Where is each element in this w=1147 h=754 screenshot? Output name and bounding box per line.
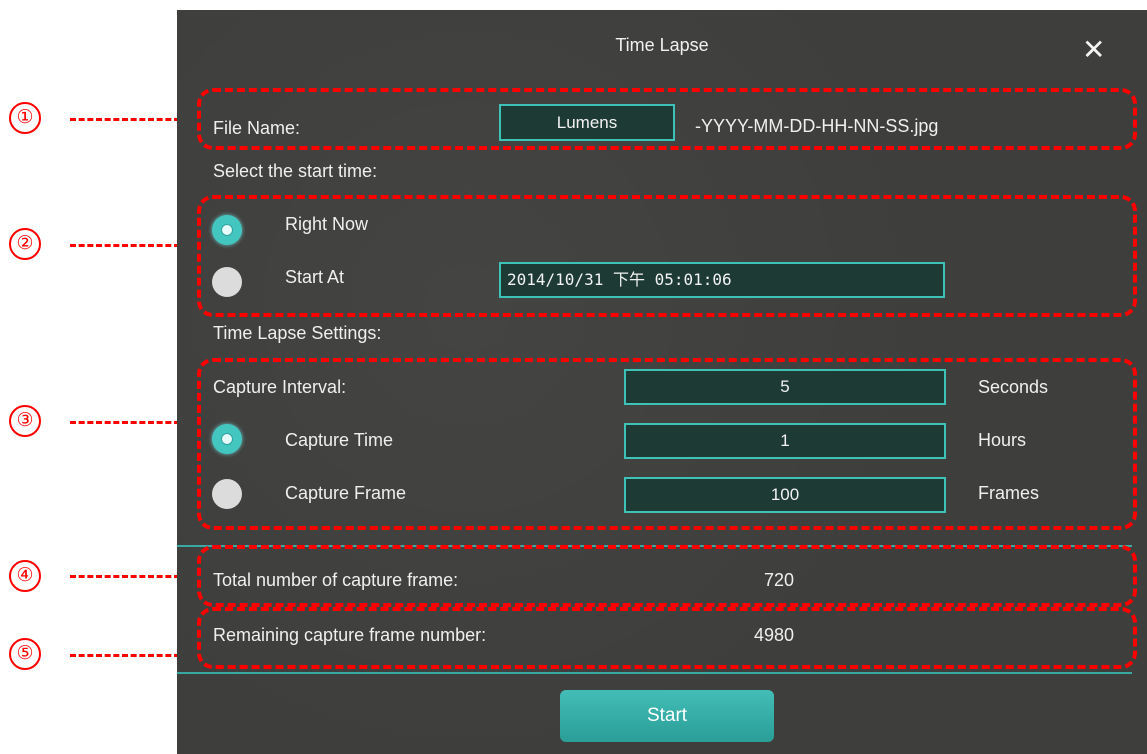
annotation-box-3 <box>197 358 1137 530</box>
callout-leader-4 <box>70 575 180 578</box>
callout-leader-3 <box>70 421 180 424</box>
annotation-box-1 <box>197 88 1137 150</box>
callout-leader-5 <box>70 654 180 657</box>
callout-2: ② <box>9 228 41 260</box>
callout-1: ① <box>9 102 41 134</box>
callout-leader-1 <box>70 118 180 121</box>
annotation-box-4 <box>197 545 1137 607</box>
callout-3: ③ <box>9 405 41 437</box>
start-button[interactable]: Start <box>560 690 774 742</box>
settings-heading: Time Lapse Settings: <box>213 323 382 343</box>
divider-bottom <box>177 672 1132 674</box>
callout-4: ④ <box>9 560 41 592</box>
annotation-box-2 <box>197 195 1137 317</box>
callout-leader-2 <box>70 244 180 247</box>
callout-5: ⑤ <box>9 638 41 670</box>
close-icon[interactable]: ✕ <box>1082 36 1105 64</box>
dialog-title: Time Lapse <box>615 35 709 55</box>
start-time-heading: Select the start time: <box>213 161 378 181</box>
annotation-box-5 <box>197 607 1137 669</box>
